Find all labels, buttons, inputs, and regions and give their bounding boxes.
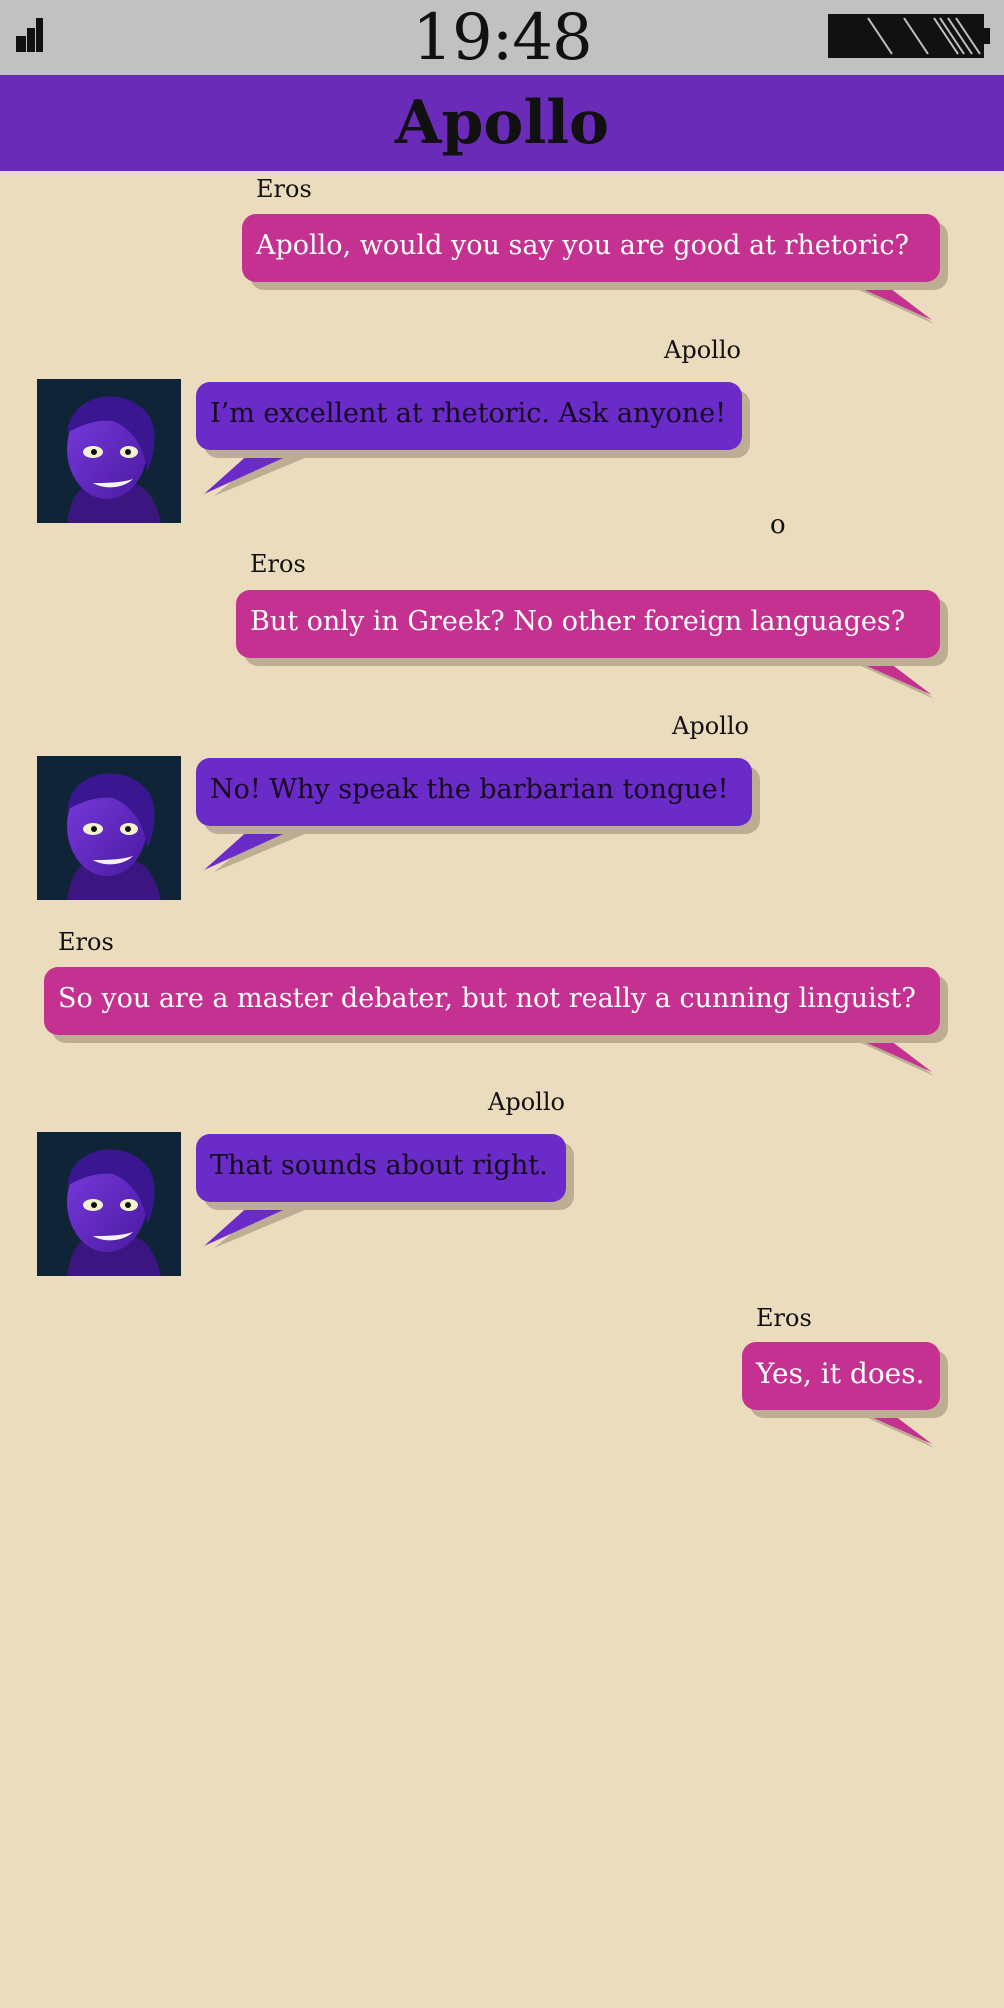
bubble-tail xyxy=(204,820,324,872)
message-text: Yes, it does. xyxy=(756,1357,925,1390)
message-sender: Apollo xyxy=(488,1088,565,1116)
battery-full-icon xyxy=(828,14,990,58)
message-sender: Eros xyxy=(256,175,312,203)
message-text: That sounds about right. xyxy=(210,1150,548,1181)
avatar xyxy=(37,756,181,900)
message-text: No! Why speak the barbarian tongue! xyxy=(210,774,729,805)
contact-name: Apollo xyxy=(394,88,610,158)
message-bubble[interactable]: That sounds about right. xyxy=(196,1134,566,1202)
message-bubble[interactable]: I’m excellent at rhetoric. Ask anyone! xyxy=(196,382,742,450)
message-bubble[interactable]: So you are a master debater, but not rea… xyxy=(44,967,940,1035)
message-sender: Apollo xyxy=(672,712,749,740)
bubble-tail xyxy=(204,444,324,496)
message-sender: Eros xyxy=(58,928,114,956)
message-bubble[interactable]: Apollo, would you say you are good at rh… xyxy=(242,214,940,282)
message-text: But only in Greek? No other foreign lang… xyxy=(250,606,906,637)
message-text: So you are a master debater, but not rea… xyxy=(58,983,916,1014)
stray-character: o xyxy=(770,510,786,540)
message-bubble[interactable]: But only in Greek? No other foreign lang… xyxy=(236,590,940,658)
avatar xyxy=(37,379,181,523)
bubble-tail xyxy=(204,1196,324,1248)
avatar xyxy=(37,1132,181,1276)
message-sender: Eros xyxy=(756,1304,812,1332)
message-bubble[interactable]: No! Why speak the barbarian tongue! xyxy=(196,758,752,826)
message-text: I’m excellent at rhetoric. Ask anyone! xyxy=(210,398,727,429)
chat-header: Apollo xyxy=(0,75,1004,171)
message-sender: Eros xyxy=(250,550,306,578)
message-sender: Apollo xyxy=(664,336,741,364)
message-text: Apollo, would you say you are good at rh… xyxy=(256,230,910,261)
status-bar: 19:48 xyxy=(0,0,1004,75)
message-bubble[interactable]: Yes, it does. xyxy=(742,1342,940,1410)
